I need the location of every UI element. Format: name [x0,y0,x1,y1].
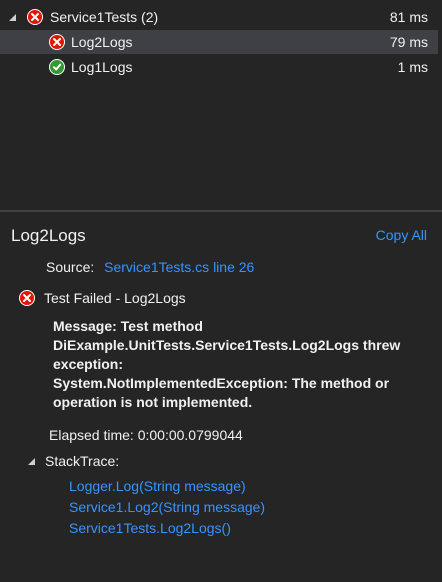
message-line: Message: Test method [53,318,203,334]
message-line: System.NotImplementedException: The meth… [53,375,390,391]
group-label: Service1Tests (2) [50,9,159,25]
test-passed-icon [49,59,65,75]
test-details-pane: Log2Logs Copy All Source: Service1Tests.… [0,212,442,582]
error-message: Message: Test method DiExample.UnitTests… [53,317,428,412]
source-label: Source: [46,259,95,275]
test-status: Test Failed - Log2Logs [19,290,186,306]
stack-frame-link[interactable]: Logger.Log(String message) [69,476,265,497]
message-line: operation is not implemented. [53,394,253,410]
stack-frames: Logger.Log(String message) Service1.Log2… [69,476,265,539]
message-line: DiExample.UnitTests.Service1Tests.Log2Lo… [53,337,401,353]
tree-group-row[interactable]: Service1Tests (2) 81 ms [0,5,438,29]
stack-frame-link[interactable]: Service1.Log2(String message) [69,497,265,518]
test-duration: 79 ms [389,34,428,50]
status-text: Test Failed - Log2Logs [44,290,186,306]
test-label: Log1Logs [71,59,133,75]
test-duration: 1 ms [397,59,428,75]
group-duration: 81 ms [389,9,428,25]
tree-test-row-selected[interactable]: Log2Logs 79 ms [0,30,438,54]
source-line: Source: Service1Tests.cs line 26 [46,259,254,275]
details-title: Log2Logs [11,226,86,245]
test-failed-icon [49,34,65,50]
copy-all-link[interactable]: Copy All [376,227,427,243]
stack-trace-header[interactable]: StackTrace: [28,453,119,469]
stack-frame-link[interactable]: Service1Tests.Log2Logs() [69,518,265,539]
tree-test-row[interactable]: Log1Logs 1 ms [0,55,438,79]
message-line: exception: [53,356,124,372]
elapsed-time: Elapsed time: 0:00:00.0799044 [49,427,243,443]
expand-collapse-icon[interactable] [28,457,35,465]
test-failed-icon [27,9,43,25]
test-failed-icon [19,290,35,306]
expand-collapse-icon[interactable] [9,13,16,21]
test-tree: Service1Tests (2) 81 ms Log2Logs 79 ms L… [0,0,442,210]
stack-trace-label: StackTrace: [45,453,120,469]
source-link[interactable]: Service1Tests.cs line 26 [104,259,254,275]
test-label: Log2Logs [71,34,133,50]
